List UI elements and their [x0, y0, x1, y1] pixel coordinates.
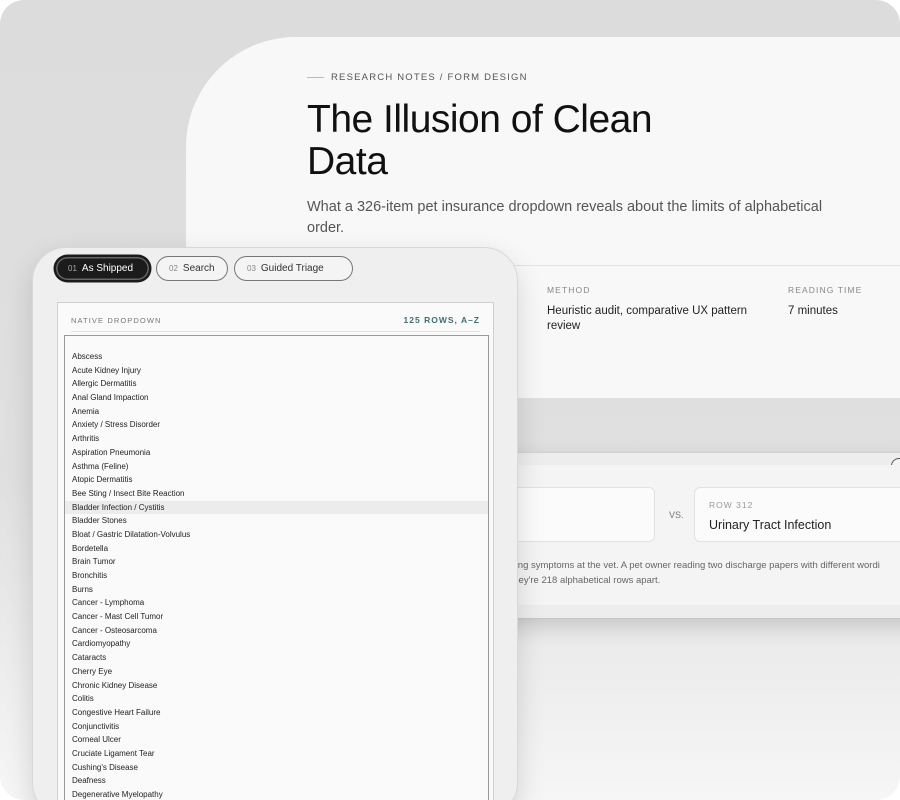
eyebrow-text: RESEARCH NOTES / FORM DESIGN	[331, 72, 528, 83]
comparison-row-right: ROW 312 Urinary Tract Infection	[694, 487, 900, 542]
dropdown-option[interactable]: Bee Sting / Insect Bite Reaction	[65, 487, 488, 501]
dropdown-option[interactable]: Anemia	[65, 405, 488, 419]
article-title: The Illusion of Clean Data	[307, 98, 653, 183]
variant-tabs: 01 As Shipped 02 Search 03 Guided Triage	[55, 256, 353, 281]
dropdown-option[interactable]: Burns	[65, 583, 488, 597]
dropdown-option[interactable]: Abscess	[65, 350, 488, 364]
dropdown-option[interactable]: Cancer - Lymphoma	[65, 596, 488, 610]
tab-as-shipped[interactable]: 01 As Shipped	[55, 256, 150, 281]
dropdown-option[interactable]: Chronic Kidney Disease	[65, 679, 488, 693]
dropdown-option[interactable]: Cancer - Osteosarcoma	[65, 624, 488, 638]
dropdown-option[interactable]: Deafness	[65, 774, 488, 788]
dropdown-option[interactable]: Atopic Dermatitis	[65, 473, 488, 487]
dropdown-option[interactable]: Asthma (Feline)	[65, 460, 488, 474]
dropdown-option[interactable]: Aspiration Pneumonia	[65, 446, 488, 460]
tab-label: Search	[182, 263, 215, 274]
dropdown-option[interactable]: Allergic Dermatitis	[65, 377, 488, 391]
tab-number: 03	[247, 264, 256, 273]
dropdown-option[interactable]: Cardiomyopathy	[65, 637, 488, 651]
dropdown-option[interactable]: Cruciate Ligament Tear	[65, 747, 488, 761]
row-name: Urinary Tract Infection	[709, 518, 832, 532]
condition-select-list[interactable]: Abscess Acute Kidney Injury Allergic Derma…	[64, 335, 489, 800]
dropdown-option[interactable]: Corneal Ulcer	[65, 733, 488, 747]
eyebrow-rule	[307, 77, 324, 78]
tab-number: 02	[169, 264, 178, 273]
tab-label: Guided Triage	[260, 263, 324, 274]
dropdown-option[interactable]: Bordetella	[65, 542, 488, 556]
meta-method-value: Heuristic audit, comparative UX pattern …	[547, 305, 748, 332]
tab-label: As Shipped	[81, 263, 134, 274]
dropdown-option[interactable]: Cancer - Mast Cell Tumor	[65, 610, 488, 624]
dropdown-option[interactable]: Bloat / Gastric Dilatation-Volvulus	[65, 528, 488, 542]
dropdown-option[interactable]: Colitis	[65, 692, 488, 706]
article-subtitle: What a 326-item pet insurance dropdown r…	[307, 199, 823, 236]
dropdown-option[interactable]: Anal Gland Impaction	[65, 391, 488, 405]
dropdown-option[interactable]: Cherry Eye	[65, 665, 488, 679]
dropdown-option[interactable]: Bladder Stones	[65, 514, 488, 528]
dropdown-label: NATIVE DROPDOWN	[71, 316, 162, 325]
tab-guided-triage[interactable]: 03 Guided Triage	[234, 256, 353, 281]
dropdown-option[interactable]: Brain Tumor	[65, 555, 488, 569]
dropdown-option[interactable]: Arthritis	[65, 432, 488, 446]
meta-method: METHOD Heuristic audit, comparative UX p…	[547, 285, 757, 334]
showcase-canvas: RESEARCH NOTES / FORM DESIGN The Illusio…	[0, 0, 900, 800]
dropdown-option[interactable]: Bladder Infection / Cystitis	[65, 500, 488, 515]
meta-reading-value: 7 minutes	[788, 305, 838, 317]
tab-search[interactable]: 02 Search	[156, 256, 228, 281]
meta-reading-time: READING TIME 7 minutes	[788, 285, 900, 319]
dropdown-option[interactable]: Conjunctivitis	[65, 720, 488, 734]
native-dropdown: NATIVE DROPDOWN 125 ROWS, A–Z Abscess Acu…	[57, 302, 494, 800]
dropdown-option[interactable]: Congestive Heart Failure	[65, 706, 488, 720]
row-count-badge: 125 ROWS, A–Z	[403, 315, 480, 325]
row-number: ROW 312	[709, 500, 754, 510]
dropdown-demo-panel: 01 As Shipped 02 Search 03 Guided Triage…	[32, 247, 518, 800]
dropdown-option[interactable]: Cushing's Disease	[65, 761, 488, 775]
versus-label: VS.	[669, 510, 684, 520]
meta-reading-label: READING TIME	[788, 285, 863, 295]
options-list: Abscess Acute Kidney Injury Allergic Derma…	[65, 350, 488, 800]
article-eyebrow: RESEARCH NOTES / FORM DESIGN	[307, 72, 528, 83]
dropdown-option[interactable]: Acute Kidney Injury	[65, 364, 488, 378]
dropdown-option[interactable]: Anxiety / Stress Disorder	[65, 418, 488, 432]
dropdown-option[interactable]: Cataracts	[65, 651, 488, 665]
dropdown-option[interactable]: Bronchitis	[65, 569, 488, 583]
dropdown-option[interactable]: Degenerative Myelopathy	[65, 788, 488, 800]
dropdown-header: NATIVE DROPDOWN 125 ROWS, A–Z	[71, 303, 480, 332]
tab-number: 01	[68, 264, 77, 273]
meta-method-label: METHOD	[547, 285, 591, 295]
